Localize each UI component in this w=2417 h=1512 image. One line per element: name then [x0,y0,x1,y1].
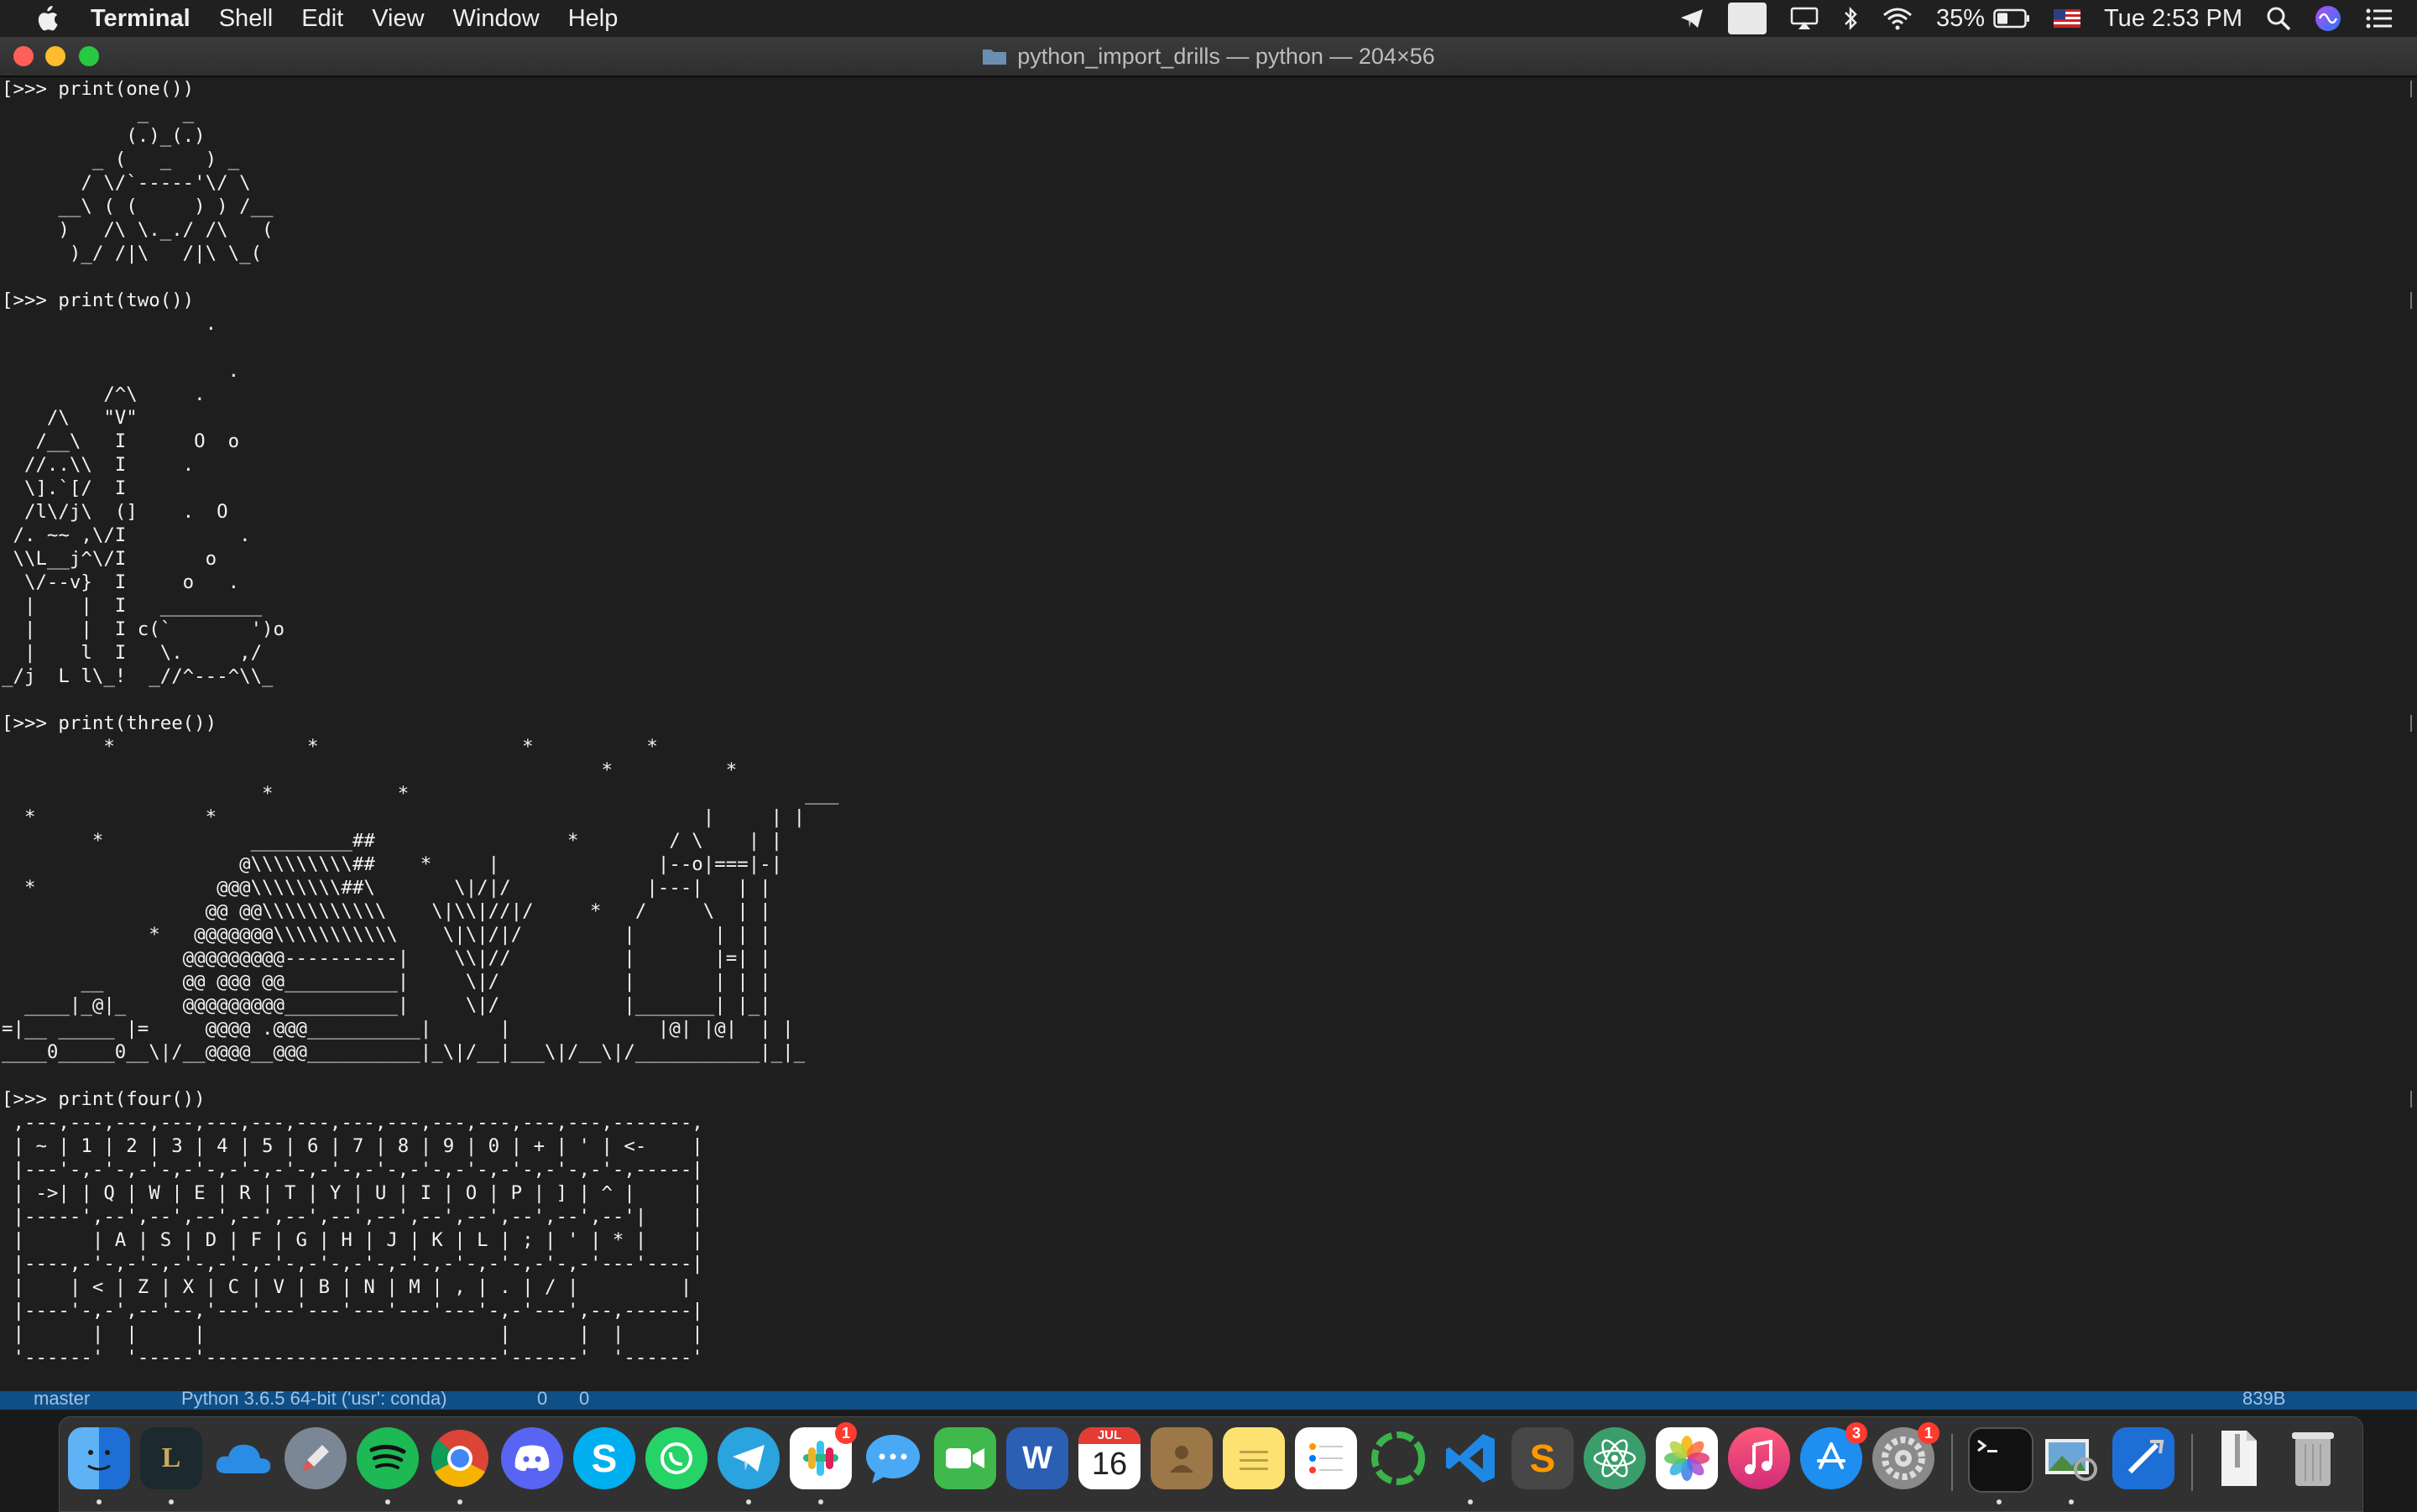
vscode-icon[interactable] [1439,1427,1501,1489]
slack-badge: 1 [835,1422,857,1444]
zip-file-icon[interactable] [2208,1427,2270,1489]
input-source-flag-icon[interactable] [2054,9,2081,28]
spotify-icon[interactable] [357,1427,419,1489]
atom-icon[interactable] [1584,1427,1646,1489]
photos-icon[interactable] [1656,1427,1718,1489]
slack-icon[interactable]: 1 [790,1422,857,1489]
menu-edit[interactable]: Edit [301,5,343,33]
microsoft-word-icon[interactable]: W [1006,1427,1068,1489]
notes-icon[interactable] [1223,1427,1285,1489]
problems-count: 0 [537,1391,548,1409]
folder-icon [983,50,1007,65]
menu-help[interactable]: Help [568,5,619,33]
calendar-month: JUL [1078,1427,1141,1444]
system-preferences-badge: 1 [1918,1422,1939,1444]
dock: L S 1 W JUL 16 S 3 1 [59,1416,2363,1512]
python-interpreter-label: Python 3.6.5 64-bit ('usr': conda) [181,1391,447,1409]
dock-separator [1951,1434,1953,1491]
siri-icon[interactable] [2315,5,2341,32]
contacts-icon[interactable] [1151,1427,1213,1489]
running-indicator [2069,1499,2074,1504]
messenger-icon[interactable] [862,1427,924,1489]
wifi-icon[interactable] [1882,7,1913,30]
scroll-mark-marker [2404,81,2412,97]
trash-icon[interactable] [2282,1427,2344,1489]
menu-window[interactable]: Window [453,5,540,33]
apple-menu-icon[interactable] [30,0,64,37]
running-indicator [818,1499,823,1504]
reminders-icon[interactable] [1295,1427,1357,1489]
running-indicator [1997,1499,2002,1504]
running-indicator [97,1499,102,1504]
preview-icon[interactable] [2040,1427,2102,1489]
facetime-icon[interactable] [934,1427,996,1489]
file-size-label: 839B [2242,1391,2286,1409]
discord-icon[interactable] [501,1427,563,1489]
terminal-output[interactable]: [>>> print(one()) _ _ (.)_(.) _ ( _ ) _ … [0,77,2417,1369]
chrome-icon[interactable] [429,1427,491,1489]
running-indicator [169,1499,174,1504]
telegram-status-icon[interactable] [1679,8,1704,29]
accessibility-status-icon[interactable] [1728,3,1767,34]
scroll-mark-marker [2404,292,2412,309]
app-store-icon[interactable]: 3 [1800,1422,1867,1489]
battery-icon[interactable] [1993,8,2030,29]
status-menus: 35% Tue 2:53 PM [1679,0,2417,37]
menu-shell[interactable]: Shell [219,5,274,33]
xcode-icon[interactable] [2112,1427,2174,1489]
terminal-window: python_import_drills — python — 204×56 [… [0,37,2417,1410]
onedrive-icon[interactable] [212,1427,274,1489]
calendar-icon[interactable]: JUL 16 [1078,1427,1141,1489]
calendar-day: 16 [1091,1447,1128,1482]
scroll-mark-marker [2404,715,2412,732]
sync-app-icon[interactable] [1367,1427,1429,1489]
league-of-legends-icon[interactable]: L [140,1427,202,1489]
whatsapp-icon[interactable] [645,1427,707,1489]
running-indicator [1468,1499,1473,1504]
editor-status-bar-behind: master Python 3.6.5 64-bit ('usr': conda… [0,1391,2417,1410]
app-store-badge: 3 [1845,1422,1867,1444]
battery-percent: 35% [1936,4,1986,32]
airplay-icon[interactable] [1790,7,1819,30]
skype-icon[interactable]: S [573,1427,635,1489]
git-branch-label: master [34,1391,91,1409]
finder-icon[interactable] [68,1427,130,1489]
menubar-clock[interactable]: Tue 2:53 PM [2104,5,2242,33]
window-title-text: python_import_drills — python — 204×56 [1017,43,1435,69]
window-title: python_import_drills — python — 204×56 [0,37,2417,76]
window-titlebar[interactable]: python_import_drills — python — 204×56 [0,37,2417,77]
notification-center-icon[interactable] [2365,7,2394,30]
telegram-icon[interactable] [718,1427,780,1489]
running-indicator [746,1499,751,1504]
spotlight-search-icon[interactable] [2266,6,2291,31]
system-preferences-icon[interactable]: 1 [1872,1422,1939,1489]
running-indicator [457,1499,462,1504]
scroll-mark-marker [2404,1091,2412,1108]
sublime-text-icon[interactable]: S [1511,1427,1574,1489]
terminal-app-icon[interactable] [1968,1427,2033,1493]
itunes-icon[interactable] [1728,1427,1790,1489]
launchpad-icon[interactable] [285,1427,347,1489]
terminal-content-area[interactable]: [>>> print(one()) _ _ (.)_(.) _ ( _ ) _ … [0,77,2417,1410]
menu-view[interactable]: View [372,5,424,33]
running-indicator [385,1499,390,1504]
warnings-count: 0 [579,1391,590,1409]
menu-app-terminal[interactable]: Terminal [91,5,191,33]
bluetooth-icon[interactable] [1842,6,1859,31]
dock-separator [2191,1434,2193,1491]
menu-bar: Terminal Shell Edit View Window Help 35%… [0,0,2417,37]
